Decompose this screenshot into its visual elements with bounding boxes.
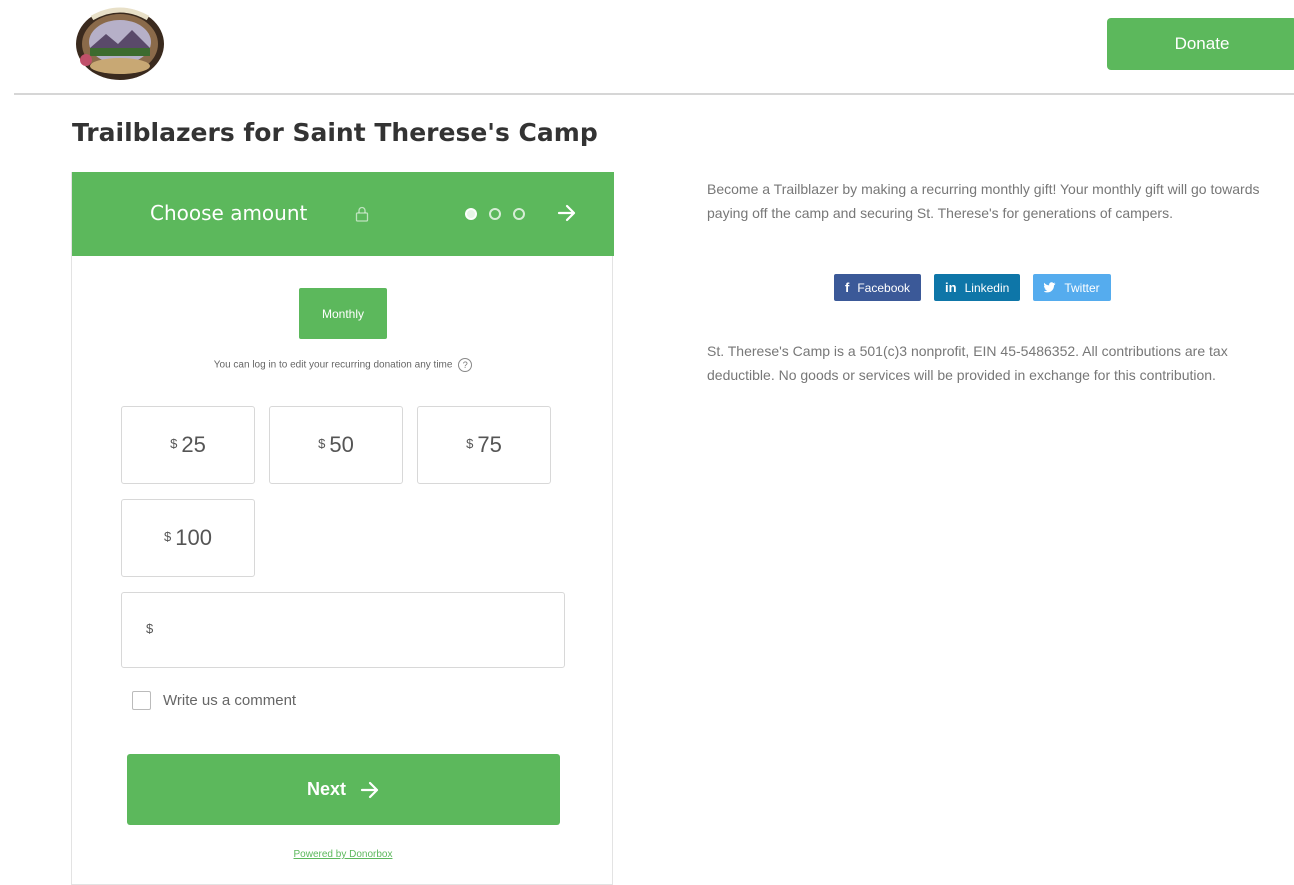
- step-dot-3: [513, 208, 525, 220]
- arrow-right-icon: [360, 781, 379, 798]
- step-title: Choose amount: [150, 201, 308, 225]
- custom-amount-input[interactable]: [162, 613, 552, 647]
- header-divider: [14, 93, 1294, 95]
- currency-symbol: $: [466, 435, 474, 451]
- help-icon[interactable]: ?: [458, 358, 473, 372]
- share-buttons: f Facebook in Linkedin Twitter: [834, 274, 1124, 302]
- twitter-share-button[interactable]: Twitter: [1033, 274, 1111, 301]
- amount-value: 25: [181, 432, 206, 457]
- amount-button-75[interactable]: $ 75: [417, 406, 551, 484]
- site-header: Donate: [0, 0, 1294, 96]
- linkedin-label: Linkedin: [964, 280, 1010, 295]
- next-button[interactable]: Next: [127, 754, 560, 825]
- next-step-arrow-icon[interactable]: [556, 202, 578, 224]
- currency-symbol: $: [170, 435, 178, 451]
- amount-button-100[interactable]: $ 100: [121, 499, 255, 577]
- page-title: Trailblazers for Saint Therese's Camp: [72, 118, 598, 147]
- lock-icon: [355, 206, 369, 222]
- facebook-icon: f: [845, 280, 850, 295]
- recurring-note: You can log in to edit your recurring do…: [72, 358, 614, 372]
- amount-value: 100: [175, 525, 212, 550]
- twitter-label: Twitter: [1064, 280, 1100, 295]
- custom-amount-field[interactable]: $: [121, 592, 565, 668]
- comment-label[interactable]: Write us a comment: [163, 692, 296, 709]
- linkedin-share-button[interactable]: in Linkedin: [934, 274, 1021, 301]
- facebook-share-button[interactable]: f Facebook: [834, 274, 922, 301]
- amount-value: 50: [329, 432, 354, 457]
- powered-by-link[interactable]: Powered by Donorbox: [72, 849, 614, 860]
- amount-button-50[interactable]: $ 50: [269, 406, 403, 484]
- amount-button-25[interactable]: $ 25: [121, 406, 255, 484]
- currency-symbol: $: [146, 621, 154, 636]
- tax-deductible-notice: St. Therese's Camp is a 501(c)3 nonprofi…: [707, 343, 1228, 383]
- step-dot-2: [489, 208, 501, 220]
- monthly-frequency-button[interactable]: Monthly: [299, 288, 387, 339]
- currency-symbol: $: [318, 435, 326, 451]
- donate-button[interactable]: Donate: [1107, 18, 1294, 70]
- linkedin-icon: in: [945, 280, 957, 295]
- step-header: Choose amount: [72, 172, 614, 256]
- comment-checkbox[interactable]: [132, 690, 151, 710]
- comment-option[interactable]: Write us a comment: [132, 689, 296, 711]
- campaign-description: Become a Trailblazer by making a recurri…: [707, 181, 1260, 221]
- camp-logo[interactable]: [72, 4, 168, 82]
- amount-value: 75: [477, 432, 502, 457]
- next-button-label: Next: [306, 779, 346, 799]
- currency-symbol: $: [164, 528, 172, 544]
- recurring-note-text: You can log in to edit your recurring do…: [213, 359, 453, 371]
- donation-form: Choose amount Monthly You can log in to …: [71, 172, 614, 885]
- step-dot-1: [465, 208, 477, 220]
- facebook-label: Facebook: [857, 280, 911, 295]
- twitter-icon: [1044, 282, 1056, 293]
